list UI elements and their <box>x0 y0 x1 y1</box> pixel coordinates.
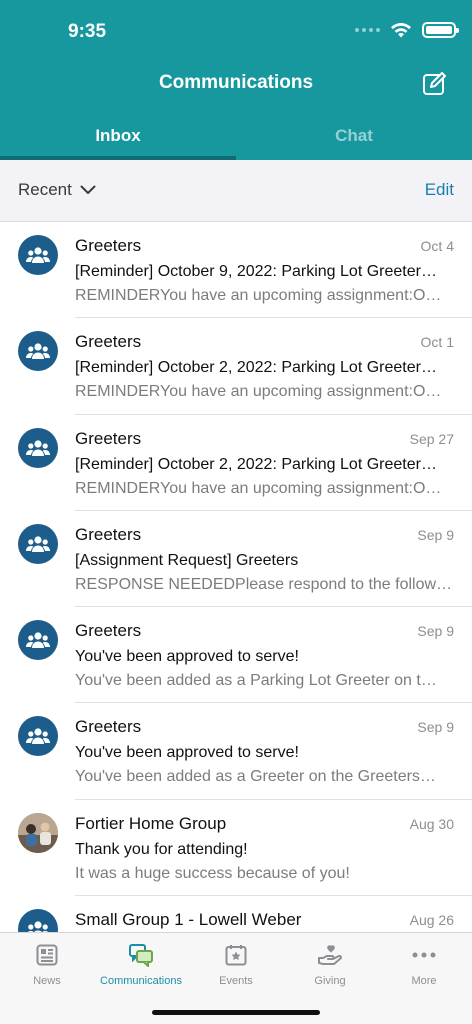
tab-events-label: Events <box>219 975 253 987</box>
bottom-tab-bar: News Communications Events Giving More <box>0 932 472 1024</box>
group-icon <box>18 235 58 275</box>
message-row[interactable]: Greeters Sep 9 [Assignment Request] Greete… <box>0 511 472 608</box>
message-subject: [Reminder] October 2, 2022: Parking Lot … <box>75 359 437 377</box>
app-header: 9:35 Communications Inbox Chat <box>0 0 472 160</box>
chat-bubbles-icon <box>129 944 153 967</box>
group-icon <box>18 909 58 932</box>
message-row[interactable]: Small Group 1 - Lowell Weber Aug 26 <box>0 896 472 932</box>
message-subject: [Assignment Request] Greeters <box>75 551 299 569</box>
message-row[interactable]: Fortier Home Group Aug 30 Thank you for at… <box>0 800 472 897</box>
message-sender: Fortier Home Group <box>75 813 227 833</box>
message-subject: Thank you for attending! <box>75 840 248 858</box>
battery-icon <box>422 22 459 38</box>
message-date: Oct 1 <box>420 334 454 351</box>
message-row[interactable]: Greeters Oct 1 [Reminder] October 2, 2022:… <box>0 318 472 415</box>
tab-inbox[interactable]: Inbox <box>0 112 236 160</box>
message-row[interactable]: Greeters Oct 4 [Reminder] October 9, 2022:… <box>0 222 472 319</box>
compose-icon[interactable] <box>422 70 448 96</box>
home-indicator <box>152 1010 320 1015</box>
message-sender: Greeters <box>75 717 142 737</box>
chevron-down-icon <box>80 185 96 194</box>
signal-icon <box>355 28 380 32</box>
edit-button[interactable]: Edit <box>425 180 454 200</box>
message-preview: REMINDERYou have an upcoming assignment:… <box>75 287 442 304</box>
message-preview: REMINDERYou have an upcoming assignment:… <box>75 383 442 401</box>
message-preview: You've been added as a Parking Lot Greet… <box>75 672 437 690</box>
message-preview: REMINDERYou have an upcoming assignment:… <box>75 479 442 497</box>
message-date: Sep 9 <box>417 526 454 543</box>
message-sender: Greeters <box>75 332 142 352</box>
tab-communications-label: Communications <box>100 975 182 987</box>
page-title: Communications <box>158 72 314 93</box>
message-subject: [Reminder] October 9, 2022: Parking Lot … <box>75 263 437 280</box>
message-subject: You've been approved to serve! <box>75 648 299 666</box>
message-preview: RESPONSE NEEDEDPlease respond to the fol… <box>75 575 453 593</box>
message-sender: Greeters <box>75 524 142 544</box>
news-icon <box>36 944 58 966</box>
tab-giving[interactable]: Giving <box>283 941 377 987</box>
avatar <box>18 812 58 853</box>
message-sender: Greeters <box>75 621 142 641</box>
message-date: Aug 26 <box>409 912 454 929</box>
calendar-star-icon <box>225 945 247 966</box>
group-icon <box>18 331 58 372</box>
message-row[interactable]: Greeters Sep 9 You've been approved to ser… <box>0 703 472 800</box>
message-row[interactable]: Greeters Sep 9 You've been approved to ser… <box>0 607 472 704</box>
message-subject: [Reminder] October 2, 2022: Parking Lot … <box>75 455 437 473</box>
tab-chat[interactable]: Chat <box>236 112 472 160</box>
message-row[interactable]: Greeters Sep 27 [Reminder] October 2, 2022… <box>0 415 472 511</box>
tab-giving-label: Giving <box>314 975 346 987</box>
tab-communications[interactable]: Communications <box>94 941 188 987</box>
group-icon <box>18 716 58 757</box>
tab-news-label: News <box>33 975 61 987</box>
giving-hand-icon <box>318 945 342 965</box>
message-sender: Small Group 1 - Lowell Weber <box>75 910 302 930</box>
tab-more-label: More <box>411 975 437 987</box>
recent-filter-dropdown[interactable]: Recent <box>18 180 96 200</box>
message-sender: Greeters <box>75 428 142 448</box>
message-date: Sep 9 <box>417 719 454 736</box>
wifi-icon <box>391 23 411 38</box>
message-date: Oct 4 <box>420 238 454 254</box>
message-date: Sep 9 <box>417 623 454 640</box>
message-preview: You've been added as a Greeter on the Gr… <box>75 768 436 786</box>
message-subject: You've been approved to serve! <box>75 744 299 762</box>
message-preview: It was a huge success because of you! <box>75 864 350 882</box>
tab-news[interactable]: News <box>0 941 94 987</box>
group-icon <box>18 523 58 564</box>
status-time: 9:35 <box>68 21 107 42</box>
message-date: Sep 27 <box>409 430 454 447</box>
group-icon <box>18 620 58 661</box>
tab-more[interactable]: More <box>377 941 471 987</box>
status-icons <box>355 22 459 38</box>
message-date: Aug 30 <box>409 815 454 832</box>
recent-filter-label: Recent <box>18 180 72 199</box>
message-list: Greeters Oct 4 [Reminder] October 9, 2022:… <box>0 222 472 932</box>
filter-bar: Recent Edit <box>0 160 472 222</box>
tab-events[interactable]: Events <box>189 941 283 987</box>
segment-tabs: Inbox Chat <box>0 112 472 160</box>
message-sender: Greeters <box>75 236 142 255</box>
more-dots-icon <box>412 952 436 958</box>
group-icon <box>18 427 58 468</box>
